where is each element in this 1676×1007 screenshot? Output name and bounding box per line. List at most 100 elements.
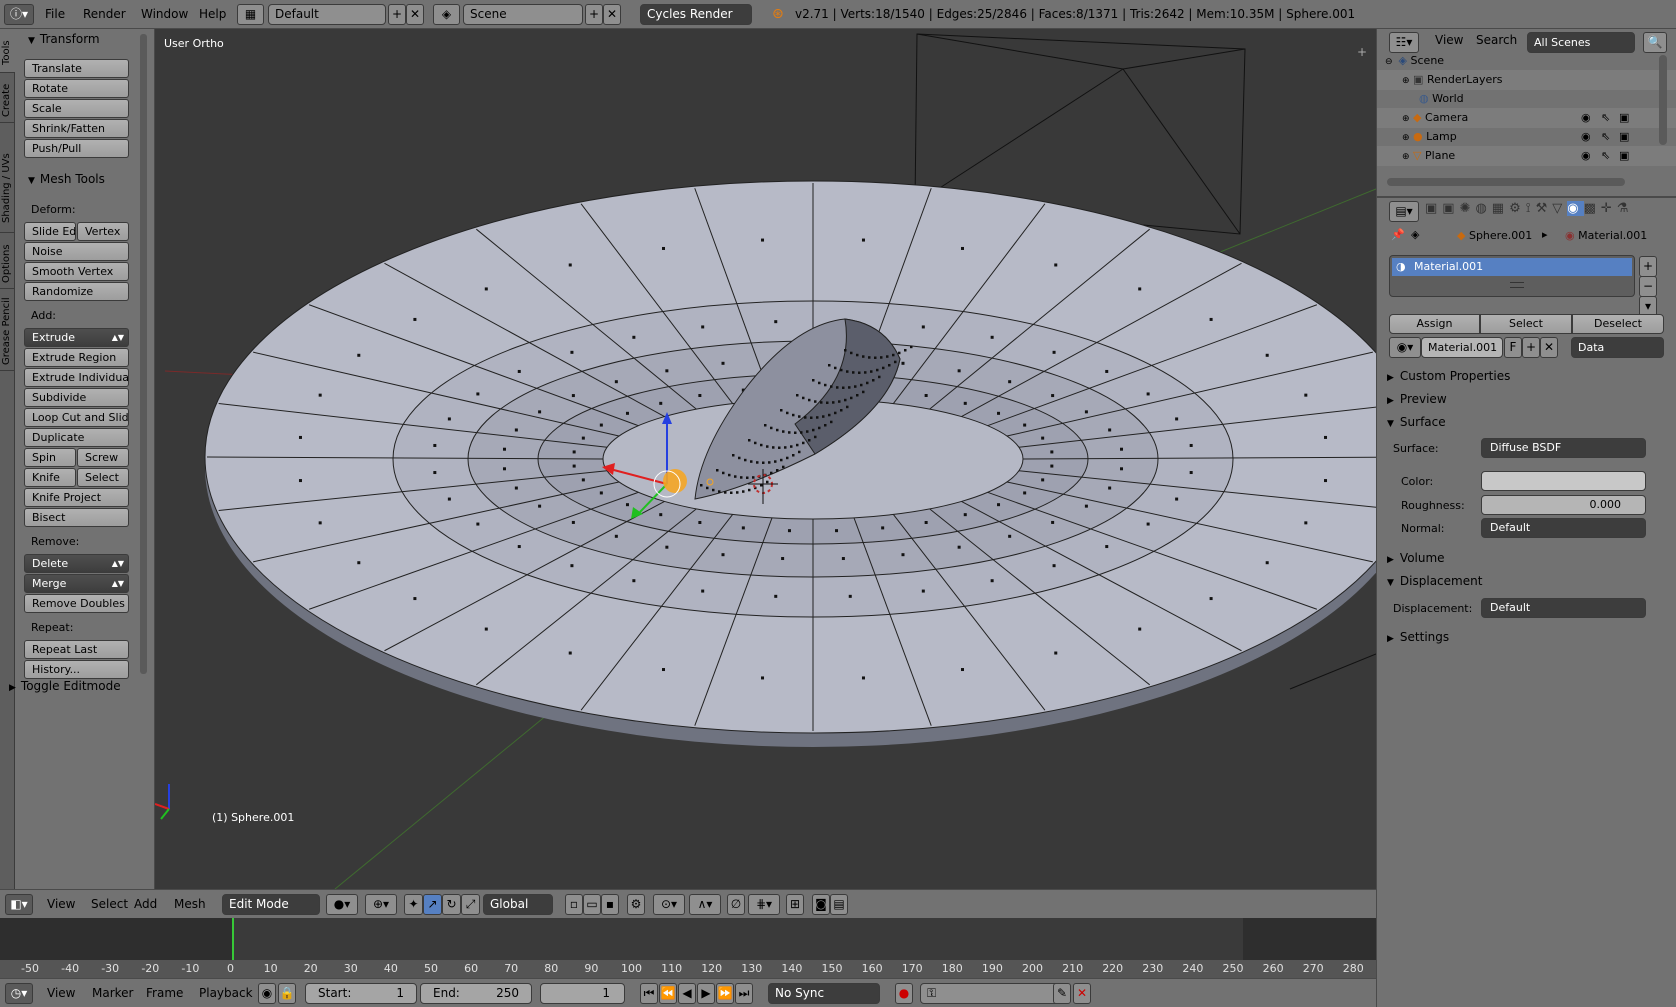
- outliner-row-world[interactable]: ◍ World: [1377, 89, 1676, 109]
- screw-button[interactable]: Screw: [77, 448, 129, 467]
- timeline-menu-frame[interactable]: Frame: [146, 983, 183, 1004]
- knife-button[interactable]: Knife: [24, 468, 76, 487]
- custom-properties-header[interactable]: ▶ Custom Properties: [1387, 366, 1669, 386]
- outliner-row-lamp[interactable]: ⊕ ● Lamp ◉ ⇖ ▣: [1377, 127, 1676, 147]
- knife-select-button[interactable]: Select: [77, 468, 129, 487]
- render-camera-icon[interactable]: ▣: [1619, 146, 1629, 166]
- outliner-row-renderlayers[interactable]: ⊕ ▣ RenderLayers: [1377, 70, 1676, 90]
- outliner-menu-search[interactable]: Search: [1476, 30, 1517, 51]
- select-button[interactable]: Select: [1480, 314, 1572, 334]
- properties-editor-type-button[interactable]: ▤▾: [1389, 201, 1419, 222]
- timeline-menu-playback[interactable]: Playback: [199, 983, 253, 1004]
- rotate-manipulator-icon[interactable]: ↻: [442, 894, 461, 915]
- render-opengl-icon[interactable]: ◙: [812, 894, 830, 915]
- start-frame-field[interactable]: Start: 1: [305, 983, 417, 1004]
- keying-icon[interactable]: ◉: [258, 983, 276, 1004]
- delete-dropdown[interactable]: Delete ▲▼: [24, 554, 129, 573]
- tab-tools[interactable]: Tools: [0, 29, 15, 73]
- repeat-last-button[interactable]: Repeat Last: [24, 640, 129, 659]
- toggle-editmode-panel-header[interactable]: ▶ Toggle Editmode: [9, 679, 121, 693]
- volume-header[interactable]: ▶ Volume: [1387, 548, 1669, 568]
- layout-field[interactable]: Default: [268, 4, 386, 25]
- add-scene-icon[interactable]: +: [585, 4, 603, 25]
- material-slot-list[interactable]: ◑ Material.001: [1389, 255, 1635, 297]
- shelf-scrollbar[interactable]: [140, 34, 147, 674]
- link-select[interactable]: Data: [1571, 337, 1664, 358]
- header-menu-select[interactable]: Select: [91, 894, 128, 915]
- extrude-dropdown[interactable]: Extrude ▲▼: [24, 328, 129, 347]
- jump-start-icon[interactable]: ⏮: [640, 983, 658, 1004]
- face-select-icon[interactable]: ▪: [601, 894, 619, 915]
- extrude-region-button[interactable]: Extrude Region: [24, 348, 129, 367]
- tab-create[interactable]: Create: [0, 73, 15, 123]
- info-editor-type-button[interactable]: ⓘ▾: [4, 4, 34, 25]
- transform-orientation-select[interactable]: Global: [483, 894, 553, 915]
- vertex-slide-button[interactable]: Vertex: [77, 222, 129, 241]
- play-reverse-icon[interactable]: ◀: [678, 983, 696, 1004]
- visibility-eye-icon[interactable]: ◉: [1581, 146, 1591, 166]
- visibility-eye-icon[interactable]: ◉: [1581, 108, 1591, 128]
- select-arrow-icon[interactable]: ⇖: [1601, 127, 1610, 147]
- merge-dropdown[interactable]: Merge ▲▼: [24, 574, 129, 593]
- viewport-split-plus-icon[interactable]: +: [1357, 45, 1367, 59]
- outliner-editor-type-button[interactable]: ☷▾: [1389, 32, 1419, 53]
- menu-file[interactable]: File: [45, 0, 65, 29]
- surface-header[interactable]: ▼ Surface: [1387, 412, 1669, 432]
- outliner-h-scrollbar[interactable]: [1387, 178, 1625, 186]
- outliner-row-scene[interactable]: ⊖ ◈ Scene: [1377, 51, 1676, 71]
- vertex-select-icon[interactable]: ▫: [565, 894, 583, 915]
- tab-grease-pencil[interactable]: Grease Pencil: [0, 289, 15, 371]
- remove-layout-icon[interactable]: ✕: [406, 4, 424, 25]
- viewport-shading-icon[interactable]: ●▾: [326, 894, 358, 915]
- normal-select[interactable]: Default: [1481, 518, 1646, 538]
- new-material-icon[interactable]: +: [1522, 337, 1540, 358]
- proportional-editing-icon[interactable]: ⊙▾: [653, 894, 685, 915]
- list-resize-grip-icon[interactable]: [1510, 282, 1524, 288]
- 3d-view-editor-type-button[interactable]: ◧▾: [5, 894, 33, 915]
- lock-icon[interactable]: 🔒: [278, 983, 296, 1004]
- noise-button[interactable]: Noise: [24, 242, 129, 261]
- scene-field[interactable]: Scene: [463, 4, 583, 25]
- snap-toggle-icon[interactable]: ∅: [727, 894, 745, 915]
- tab-shading-uvs[interactable]: Shading / UVs: [0, 123, 15, 233]
- transform-panel-header[interactable]: ▼ Transform: [28, 32, 100, 46]
- scene-icon[interactable]: ◈: [433, 4, 460, 25]
- 3d-viewport[interactable]: User Ortho (1) Sphere.001 +: [155, 29, 1376, 889]
- menu-window[interactable]: Window: [141, 0, 188, 29]
- end-frame-field[interactable]: End: 250: [420, 983, 532, 1004]
- fake-user-button[interactable]: F: [1504, 337, 1522, 358]
- preview-header[interactable]: ▶ Preview: [1387, 389, 1669, 409]
- timeline-editor-type-button[interactable]: ◷▾: [5, 983, 33, 1004]
- pin-icon[interactable]: 📌: [1391, 228, 1405, 241]
- deselect-button[interactable]: Deselect: [1572, 314, 1664, 334]
- spin-button[interactable]: Spin: [24, 448, 76, 467]
- render-camera-icon[interactable]: ▣: [1619, 108, 1629, 128]
- add-layout-icon[interactable]: +: [388, 4, 406, 25]
- jump-end-icon[interactable]: ⏭: [735, 983, 753, 1004]
- display-mode-select[interactable]: All Scenes: [1527, 32, 1635, 53]
- edge-select-icon[interactable]: ▭: [583, 894, 601, 915]
- material-tab-icon[interactable]: ◉: [1567, 201, 1584, 216]
- settings-header[interactable]: ▶ Settings: [1387, 627, 1669, 647]
- render-animation-icon[interactable]: ▤: [830, 894, 848, 915]
- context-tabs[interactable]: ▣▣✺◍▦⚙⟟⚒▽◉▩✛⚗: [1425, 201, 1671, 222]
- menu-help[interactable]: Help: [199, 0, 226, 29]
- displacement-header[interactable]: ▼ Displacement: [1387, 571, 1669, 591]
- rotate-button[interactable]: Rotate: [24, 79, 129, 98]
- select-arrow-icon[interactable]: ⇖: [1601, 146, 1610, 166]
- manipulator-toggle-icon[interactable]: ✦: [404, 894, 423, 915]
- material-name-field[interactable]: Material.001: [1421, 337, 1503, 358]
- select-arrow-icon[interactable]: ⇖: [1601, 108, 1610, 128]
- remove-slot-icon[interactable]: −: [1639, 276, 1657, 297]
- visibility-eye-icon[interactable]: ◉: [1581, 127, 1591, 147]
- header-menu-mesh[interactable]: Mesh: [174, 894, 206, 915]
- push-pull-button[interactable]: Push/Pull: [24, 139, 129, 158]
- menu-render[interactable]: Render: [83, 0, 126, 29]
- add-slot-icon[interactable]: +: [1639, 256, 1657, 277]
- extrude-individual-button[interactable]: Extrude Individual: [24, 368, 129, 387]
- insert-keyframe-icon[interactable]: ✎: [1053, 983, 1071, 1004]
- outliner-row-plane[interactable]: ⊕ ▽ Plane ◉ ⇖ ▣: [1377, 146, 1676, 166]
- duplicate-button[interactable]: Duplicate: [24, 428, 129, 447]
- delete-keyframe-icon[interactable]: ✕: [1073, 983, 1091, 1004]
- prev-keyframe-icon[interactable]: ⏪: [659, 983, 677, 1004]
